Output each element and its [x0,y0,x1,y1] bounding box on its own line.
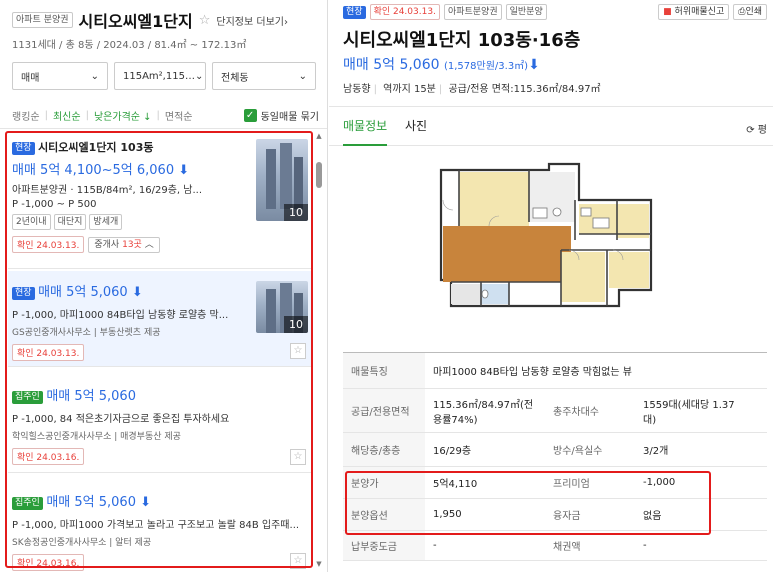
highlight-box [5,131,313,568]
price-down-icon: ⬇ [528,57,540,73]
station-distance: 역까지 15분 [383,84,436,95]
table-header-cell: 방수/욕실수 [553,446,603,457]
direction: 남동향 [343,84,371,95]
property-type-tag: 아파트 분양권 [12,12,73,28]
refresh-button[interactable]: ⟳ 평 [746,121,767,136]
table-header-cell: 공급/전용면적 [343,389,425,432]
chevron-right-icon: › [283,16,288,28]
chevron-down-icon: ⌄ [298,70,307,82]
table-cell: 마피1000 84B타입 남동향 로얄층 막힘없는 뷰 [433,367,632,378]
sort-area[interactable]: 면적순 [165,108,193,123]
area-value: 115Am²,115… [123,70,195,82]
sort-latest[interactable]: 최신순 [53,108,81,123]
table-header-cell: 납부중도금 [343,531,425,560]
complex-info-more-link[interactable]: 단지정보 더보기› [216,13,288,28]
trade-type-select[interactable]: 매매 ⌄ [12,62,108,90]
confirm-date: 확인 24.03.13. [369,4,440,20]
table-cell: 1559대(세대당 1.37대) [643,399,735,426]
onsite-badge: 현장 [343,5,366,19]
tab-listing-info[interactable]: 매물정보 [343,117,388,146]
detail-tags: 현장 확인 24.03.13. 아파트분양권 일반분양 ■ 허위매물신고 ⎙인쇄 [343,4,767,20]
unit-price: (1,578만원/3.3㎡) [443,61,529,72]
table-row: 매물특징 마피1000 84B타입 남동향 로얄층 막힘없는 뷰 [343,353,767,389]
tab-photos[interactable]: 사진 [405,117,427,134]
detail-tabs: 매물정보 사진 ⟳ 평 [329,106,773,146]
dong-select[interactable]: 전체동 ⌄ [212,62,316,90]
detail-info: 남동향 | 역까지 15분 | 공급/전용 면적:115.36㎡/84.97㎡ [343,84,601,95]
highlight-box [345,471,711,535]
favorite-star-icon[interactable]: ☆ [199,13,211,28]
dong-value: 전체동 [221,72,249,84]
table-header-cell: 총주차대수 [553,407,599,418]
property-type-tag: 아파트분양권 [443,4,502,20]
complex-summary: 1131세대 / 총 8동 / 2024.03 / 81.4㎡ ~ 172.13… [12,40,247,51]
sort-ranking[interactable]: 랭킹순 [12,108,40,123]
group-same-listing-label: 동일매물 묶기 [260,112,319,123]
trade-type-value: 매매 [21,72,40,84]
table-cell: 3/2개 [643,446,669,457]
sort-bar: 랭킹순 | 최신순 | 낮은가격순 ↓ | 면적순 ✓ 동일매물 묶기 [12,108,319,123]
table-header-cell: 매물특징 [343,353,425,388]
sale-type-tag: 일반분양 [505,4,547,20]
listing-panel: 아파트 분양권 시티오씨엘1단지 ☆ 단지정보 더보기› 1131세대 / 총 … [0,0,328,572]
table-row: 납부중도금 - 채권액 - [343,531,767,561]
print-button[interactable]: ⎙인쇄 [733,4,767,20]
scroll-thumb[interactable] [316,162,322,188]
complex-title[interactable]: 시티오씨엘1단지 [79,8,193,32]
report-label: 허위매물신고 [674,7,725,17]
complex-info-more-label: 단지정보 더보기 [216,16,284,28]
scroll-down-icon[interactable]: ▼ [315,560,323,568]
print-label: 인쇄 [745,7,762,17]
filter-bar: 매매 ⌄ 115Am²,115… ⌄ 전체동 ⌄ [12,62,316,90]
checkbox-checked-icon: ✓ [243,109,257,122]
table-row: 해당층/총층 16/29층 방수/욕실수 3/2개 [343,433,767,467]
report-button[interactable]: ■ 허위매물신고 [658,4,730,20]
chevron-down-icon: ⌄ [194,70,204,82]
complex-header: 아파트 분양권 시티오씨엘1단지 ☆ 단지정보 더보기› 1131세대 / 총 … [0,0,327,51]
chevron-down-icon: ⌄ [90,70,99,82]
table-cell: 16/29층 [433,446,472,457]
group-same-listing-toggle[interactable]: ✓ 동일매물 묶기 [243,108,319,123]
table-header-cell: 채권액 [553,542,581,553]
scroll-up-icon[interactable]: ▲ [315,132,323,140]
table-header-cell: 해당층/총층 [343,433,425,466]
table-cell: - [433,540,437,551]
area-select[interactable]: 115Am²,115… ⌄ [114,62,206,90]
table-cell: 115.36㎡/84.97㎡(전용률74%) [433,399,534,426]
siren-icon: ■ [663,7,672,17]
floor-plan-image[interactable] [429,160,669,336]
table-row: 공급/전용면적 115.36㎡/84.97㎡(전용률74%) 총주차대수 155… [343,389,767,433]
detail-title: 시티오씨엘1단지 103동·16층 [343,30,581,51]
detail-panel: 현장 확인 24.03.13. 아파트분양권 일반분양 ■ 허위매물신고 ⎙인쇄… [329,0,773,572]
detail-price: 매매 5억 5,060 [343,57,440,73]
list-scrollbar[interactable]: ▲ ▼ [315,132,323,568]
detail-price-row: 매매 5억 5,060 (1,578만원/3.3㎡)⬇ [343,54,540,74]
sort-low-price[interactable]: 낮은가격순 ↓ [94,108,152,123]
table-cell: - [643,540,647,551]
area-info: 공급/전용 면적:115.36㎡/84.97㎡ [448,84,601,95]
